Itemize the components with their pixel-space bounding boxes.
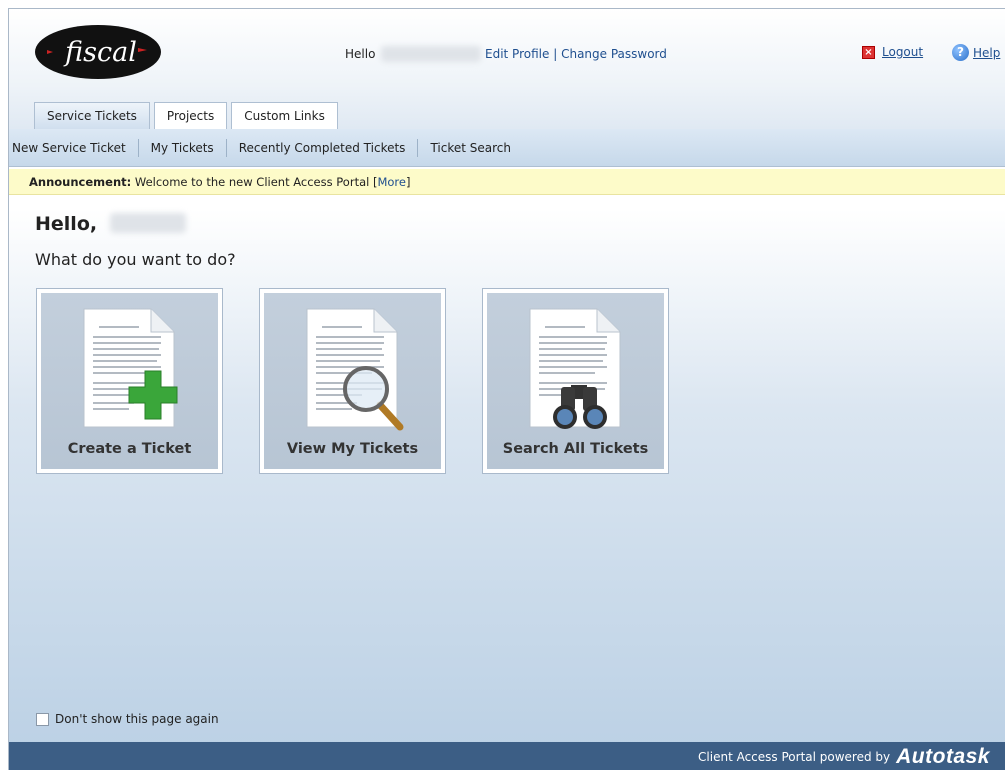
profile-links: Edit Profile | Change Password [485,47,667,61]
view-my-tickets-label: View My Tickets [286,441,419,457]
service-tickets-subnav: New Service Ticket My Tickets Recently C… [9,129,1005,167]
create-ticket-label: Create a Ticket [67,441,192,457]
announcement-more-link[interactable]: More [377,175,406,189]
search-all-tickets-label: Search All Tickets [502,441,649,457]
edit-profile-link[interactable]: Edit Profile [485,47,549,61]
subnav-new-service-ticket[interactable]: New Service Ticket [12,138,139,157]
fiscal-logo: fiscal [35,25,161,79]
footer-text: Client Access Portal powered by [698,749,891,764]
dont-show-again-checkbox[interactable] [36,712,49,726]
profile-separator: | [553,47,558,61]
document-magnifier-icon [306,308,404,431]
dont-show-again-label: Don't show this page again [55,712,219,726]
document-binoculars-icon [529,308,621,429]
help-question-icon: ? [952,44,969,61]
search-all-tickets-card[interactable]: Search All Tickets [482,288,669,474]
svg-text:fiscal: fiscal [63,37,137,68]
change-password-link[interactable]: Change Password [561,47,667,61]
card-inner: Create a Ticket [41,293,218,469]
help-control[interactable]: ? Help [952,44,1000,61]
main-tabs: Service Tickets Projects Custom Links [34,102,338,130]
portal-window: fiscal Hello Edit Profile | Change Passw… [8,8,1005,770]
autotask-logo: Autotask [896,744,990,768]
announcement-close-bracket: ] [405,175,411,189]
logout-control[interactable]: × Logout [862,45,923,59]
announcement-text: Welcome to the new Client Access Portal … [131,175,378,189]
subnav-recently-completed-tickets[interactable]: Recently Completed Tickets [227,138,419,157]
announcement-label: Announcement: [29,175,132,189]
card-inner: View My Tickets [264,293,441,469]
tab-custom-links[interactable]: Custom Links [231,102,338,129]
document-plus-icon [83,308,178,428]
card-inner: Search All Tickets [487,293,664,469]
subnav-ticket-search[interactable]: Ticket Search [418,139,523,157]
greeting-label: Hello [345,47,376,61]
tab-projects[interactable]: Projects [153,102,228,129]
create-ticket-card[interactable]: Create a Ticket [36,288,223,474]
tab-service-tickets[interactable]: Service Tickets [34,102,150,130]
page-title: Hello, [35,213,98,235]
help-link[interactable]: Help [973,46,1000,60]
dont-show-again-row: Don't show this page again [36,712,219,726]
prompt-text: What do you want to do? [35,250,236,269]
subnav-my-tickets[interactable]: My Tickets [139,138,227,157]
view-my-tickets-card[interactable]: View My Tickets [259,288,446,474]
footer: Client Access Portal powered by Autotask [9,742,1005,770]
logout-link[interactable]: Logout [882,45,923,59]
logout-x-icon: × [862,45,875,59]
header: fiscal Hello Edit Profile | Change Passw… [9,9,1005,137]
user-name-redacted [381,46,481,62]
page-title-name-redacted [110,213,186,233]
announcement-bar: Announcement: Welcome to the new Client … [9,169,1005,195]
